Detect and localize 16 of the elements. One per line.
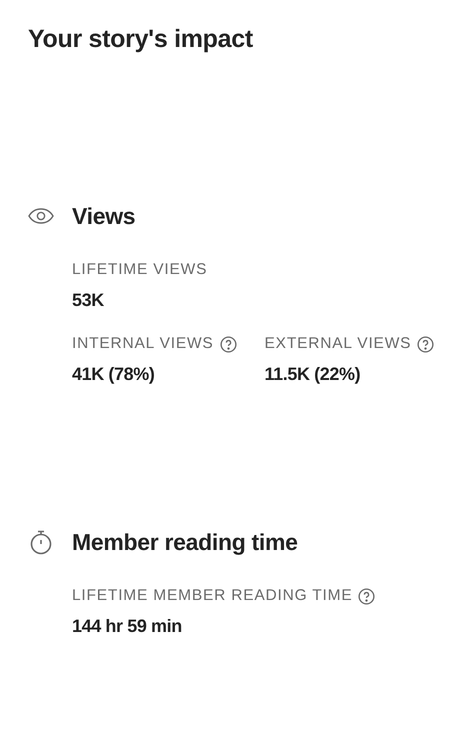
stat-value: 144 hr 59 min (72, 615, 183, 637)
help-icon[interactable] (220, 336, 237, 352)
stat-value: 11.5K (22%) (264, 363, 362, 385)
section-title: Views (72, 202, 136, 231)
stat-label: INTERNAL VIEWS (72, 334, 214, 354)
section-title: Member reading time (72, 528, 298, 557)
stat-label: EXTERNAL VIEWS (264, 334, 412, 354)
page-title: Your story's impact (28, 24, 254, 55)
stat-value: 41K (78%) (72, 363, 156, 385)
stat-value: 53K (72, 289, 105, 311)
help-icon[interactable] (358, 588, 376, 604)
stopwatch-icon (28, 529, 54, 555)
help-icon[interactable] (417, 336, 434, 352)
stat-label: LIFETIME VIEWS (72, 260, 208, 280)
stat-label: LIFETIME MEMBER READING TIME (72, 586, 352, 606)
eye-icon (28, 208, 54, 224)
